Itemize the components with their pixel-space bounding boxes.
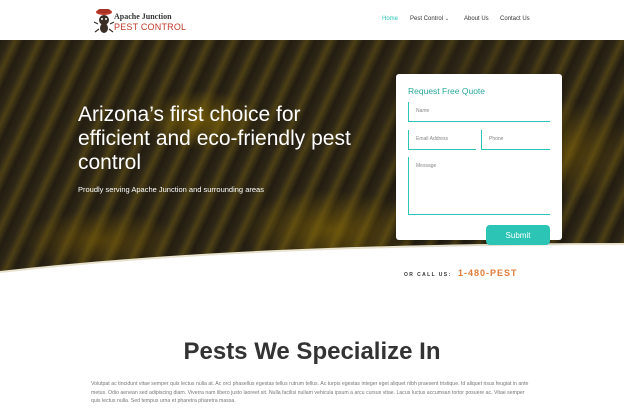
section-title: Pests We Specialize In	[183, 338, 441, 365]
submit-button[interactable]: Submit	[486, 225, 550, 245]
chevron-down-icon: ⌄	[445, 16, 450, 22]
nav-item-home[interactable]: Home	[382, 16, 398, 22]
message-field[interactable]: Message	[408, 157, 550, 215]
logo-line-2: PEST CONTROL	[114, 22, 187, 32]
logo-line-1: Apache Junction	[114, 12, 172, 21]
phone-field[interactable]: Phone	[481, 130, 550, 150]
bug-mascot-icon	[93, 9, 115, 33]
nav-item-pest-control[interactable]: Pest Control ⌄	[410, 16, 449, 22]
call-us-prefix: OR CALL US:	[404, 272, 452, 278]
name-field[interactable]: Name	[408, 102, 550, 122]
nav-item-about-us[interactable]: About Us	[464, 16, 489, 22]
quote-form: Request Free Quote Name Email Address Ph…	[396, 74, 562, 240]
nav-item-contact-us[interactable]: Contact Us	[500, 16, 530, 22]
section-body: Volutpat ac tincidunt vitae semper quis …	[91, 381, 529, 405]
quote-form-title: Request Free Quote	[408, 86, 486, 96]
site-logo[interactable]: Apache Junction PEST CONTROL	[93, 6, 193, 34]
nav-item-pest-control-label: Pest Control	[410, 16, 444, 22]
site-header: Apache Junction PEST CONTROL Home Pest C…	[0, 0, 624, 40]
phone-number-link[interactable]: 1-480-PEST	[458, 268, 518, 278]
call-us: OR CALL US: 1-480-PEST	[404, 263, 518, 281]
email-field[interactable]: Email Address	[408, 130, 476, 150]
